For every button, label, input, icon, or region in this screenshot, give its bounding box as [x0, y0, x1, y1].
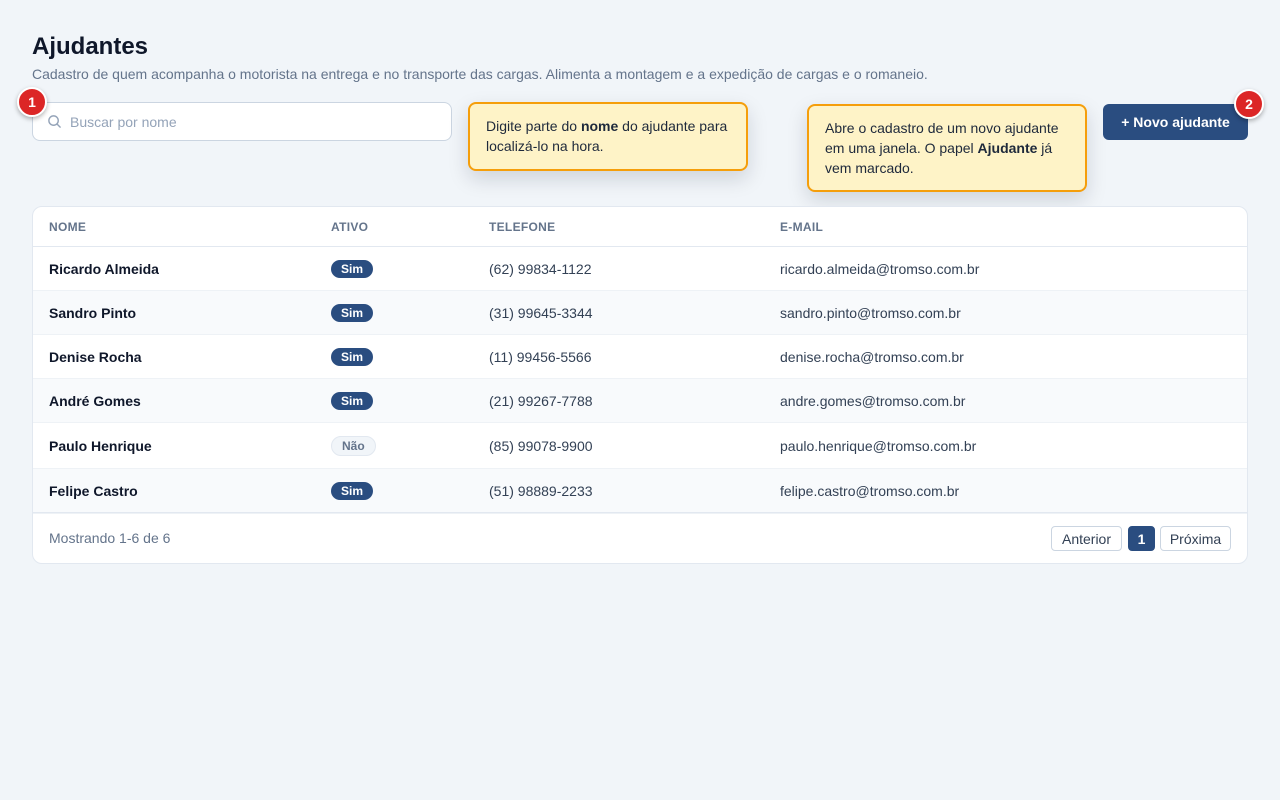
status-badge: Sim [331, 303, 374, 322]
tour-step-badge-2: 2 [1234, 89, 1264, 119]
cell-email: paulo.henrique@tromso.com.br [780, 437, 977, 454]
status-badge: Sim [331, 391, 374, 410]
search-box[interactable] [32, 102, 452, 141]
pagination-summary: Mostrando 1-6 de 6 [49, 530, 171, 546]
table-row[interactable]: Denise Rocha Sim (11) 99456-5566 denise.… [33, 335, 1247, 379]
page-subtitle: Cadastro de quem acompanha o motorista n… [32, 66, 928, 82]
column-header-phone[interactable]: TELEFONE [489, 220, 555, 234]
tooltip-search: Digite parte do nome do ajudante para lo… [468, 102, 748, 171]
cell-phone: (31) 99645-3344 [489, 304, 593, 321]
table-header: NOME ATIVO TELEFONE E-MAIL [33, 207, 1247, 247]
status-badge: Não [331, 435, 376, 456]
cell-email: sandro.pinto@tromso.com.br [780, 304, 961, 321]
table-row[interactable]: Paulo Henrique Não (85) 99078-9900 paulo… [33, 423, 1247, 469]
cell-active: Sim [331, 482, 374, 500]
cell-email: andre.gomes@tromso.com.br [780, 392, 966, 409]
cell-name: Denise Rocha [49, 348, 142, 365]
cell-name: Ricardo Almeida [49, 260, 159, 277]
status-badge: Sim [331, 259, 374, 278]
column-header-name[interactable]: NOME [49, 220, 86, 234]
cell-email: ricardo.almeida@tromso.com.br [780, 260, 980, 277]
page-title: Ajudantes [32, 33, 149, 60]
cell-name: Felipe Castro [49, 483, 138, 499]
cell-phone: (62) 99834-1122 [489, 260, 592, 277]
helpers-table: NOME ATIVO TELEFONE E-MAIL Ricardo Almei… [32, 206, 1248, 564]
tooltip-search-bold: nome [580, 118, 619, 134]
cell-active: Sim [331, 391, 374, 410]
column-header-active[interactable]: ATIVO [331, 220, 368, 234]
next-page-button[interactable]: Próxima [1160, 526, 1231, 551]
table-row[interactable]: Felipe Castro Sim (51) 98889-2233 felipe… [33, 469, 1247, 514]
table-row[interactable]: Ricardo Almeida Sim (62) 99834-1122 rica… [33, 247, 1247, 291]
cell-email: denise.rocha@tromso.com.br [780, 348, 964, 365]
table-row[interactable]: André Gomes Sim (21) 99267-7788 andre.go… [33, 379, 1247, 423]
status-badge: Sim [331, 482, 374, 500]
tour-step-badge-1: 1 [17, 87, 47, 117]
tooltip-new-helper: Abre o cadastro de um novo ajudante em u… [807, 104, 1087, 192]
table-footer: Mostrando 1-6 de 6 Anterior 1 Próxima [33, 512, 1247, 563]
column-header-email[interactable]: E-MAIL [780, 220, 823, 234]
cell-name: Paulo Henrique [49, 437, 152, 454]
previous-page-button[interactable]: Anterior [1051, 526, 1122, 551]
cell-active: Sim [331, 303, 374, 322]
cell-email: felipe.castro@tromso.com.br [780, 483, 960, 499]
cell-phone: (21) 99267-7788 [489, 392, 593, 409]
cell-phone: (51) 98889-2233 [489, 483, 593, 499]
cell-phone: (85) 99078-9900 [489, 437, 593, 454]
cell-active: Não [331, 435, 376, 456]
cell-name: Sandro Pinto [49, 304, 137, 321]
cell-active: Sim [331, 347, 374, 366]
tooltip-new-bold: Ajudante [977, 140, 1038, 156]
tooltip-search-text-1: Digite parte do [486, 118, 581, 134]
table-row[interactable]: Sandro Pinto Sim (31) 99645-3344 sandro.… [33, 291, 1247, 335]
search-icon [48, 115, 61, 128]
cell-name: André Gomes [49, 392, 141, 409]
cell-active: Sim [331, 259, 374, 278]
status-badge: Sim [331, 347, 374, 366]
page-1-button[interactable]: 1 [1128, 526, 1155, 551]
cell-phone: (11) 99456-5566 [489, 348, 592, 365]
new-helper-button[interactable]: + Novo ajudante [1103, 104, 1248, 140]
search-input[interactable] [70, 113, 440, 130]
